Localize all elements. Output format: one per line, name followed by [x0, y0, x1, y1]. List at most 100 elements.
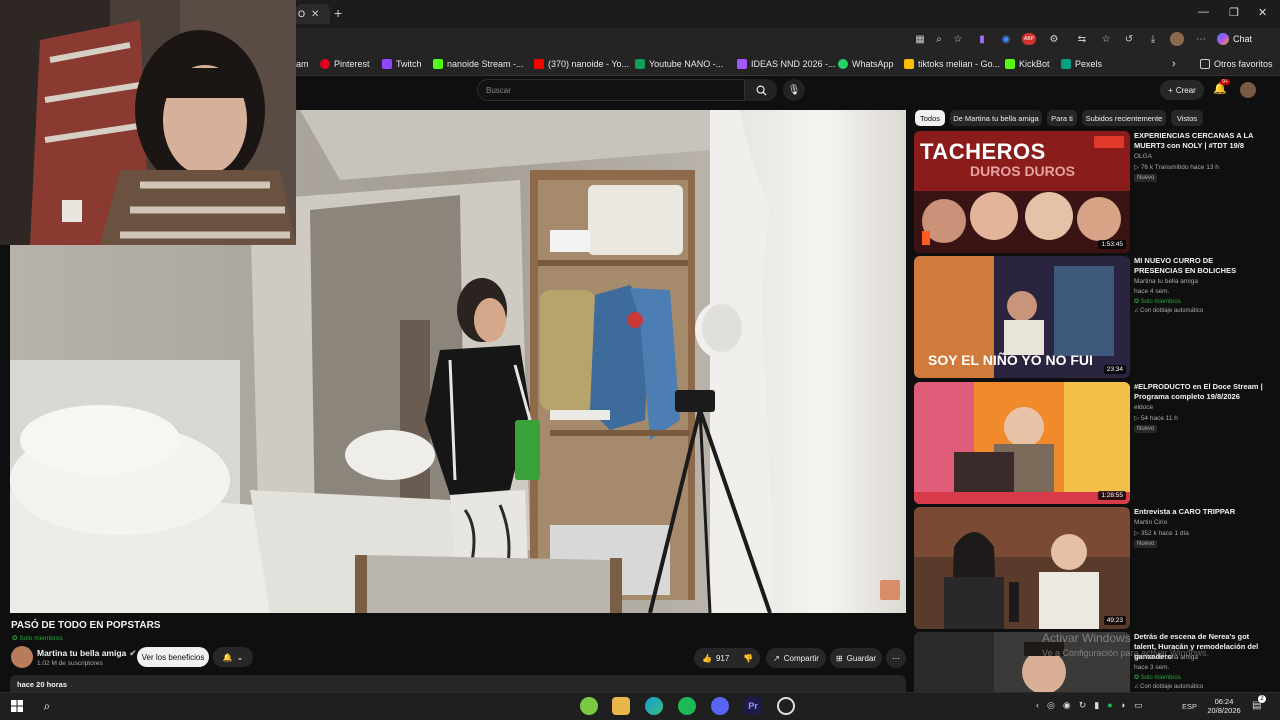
video-thumbnail[interactable]: 1:28:55: [914, 382, 1130, 504]
notification-bell-button[interactable]: 🔔 ⌄: [213, 647, 253, 667]
grid-icon[interactable]: ▦: [914, 33, 926, 45]
kick-icon: [433, 59, 443, 69]
recommended-video[interactable]: 49:23 Entrevista a CARO TRIPPAR Martin C…: [914, 507, 1274, 629]
notification-center-icon[interactable]: ▤ 2: [1252, 695, 1266, 711]
thumbnail-title: SOY EL NIÑO YO NO FUI: [928, 352, 1093, 368]
duration-badge: 1:28:55: [1098, 491, 1126, 500]
recommended-video[interactable]: TACHEROS DUROS DUROS 1:53:45 EXPERIENCIA…: [914, 131, 1274, 253]
bookmark-item[interactable]: am: [296, 56, 309, 72]
channel-name[interactable]: Martina tu bella amiga ✔: [37, 648, 136, 659]
close-window-icon[interactable]: ✕: [1258, 6, 1267, 19]
more-menu-icon[interactable]: ⋯: [1195, 33, 1207, 45]
zoom-icon[interactable]: ⌕: [933, 33, 945, 45]
system-tray[interactable]: ‹ ◎ ◉ ↻ ▮ ● ◗ ▭: [1036, 700, 1143, 711]
twitch-icon: [382, 59, 392, 69]
channel-name[interactable]: Martina tu bella amiga: [1134, 278, 1198, 285]
voice-search-button[interactable]: 🎙: [783, 79, 805, 101]
save-icon: ⊞: [835, 653, 843, 663]
other-favorites[interactable]: Otros favoritos: [1200, 56, 1273, 72]
abp-icon[interactable]: ABP: [1022, 33, 1036, 45]
video-thumbnail[interactable]: TACHEROS DUROS DUROS 1:53:45: [914, 131, 1130, 253]
bookmark-item[interactable]: IDEAS NND 2026 -...: [737, 56, 836, 72]
clock[interactable]: 06:24 20/8/2026: [1206, 697, 1242, 715]
share-button[interactable]: ↗ Compartir: [766, 648, 826, 668]
bookmark-item[interactable]: tiktoks melian - Go...: [904, 56, 1000, 72]
channel-name[interactable]: OLGA: [1134, 153, 1152, 160]
chevron-right-icon[interactable]: ›: [1172, 56, 1176, 72]
bookmark-item[interactable]: (370) nanoide - Yo...: [534, 56, 629, 72]
video-title[interactable]: #ELPRODUCTO en El Doce Stream | Programa…: [1134, 382, 1264, 402]
spotify-icon[interactable]: [678, 697, 696, 715]
bookmark-item[interactable]: Pinterest: [320, 56, 370, 72]
file-explorer-icon[interactable]: [612, 697, 630, 715]
video-thumbnail[interactable]: SOY EL NIÑO YO NO FUI 23:34: [914, 256, 1130, 378]
minimize-icon[interactable]: —: [1198, 6, 1209, 18]
favorite-star-icon[interactable]: ☆: [952, 33, 964, 45]
description-box[interactable]: hace 20 horas: [10, 675, 906, 692]
verified-icon: ✔: [129, 648, 137, 658]
channel-name[interactable]: eldoce: [1134, 404, 1153, 411]
close-tab-icon[interactable]: ✕: [311, 9, 319, 20]
video-title[interactable]: Entrevista a CARO TRIPPAR: [1134, 507, 1264, 517]
downloads-icon[interactable]: ⤓: [1147, 33, 1159, 45]
chip-all[interactable]: Todos: [915, 110, 945, 126]
chip-recent[interactable]: Subidos recientemente: [1082, 110, 1166, 126]
bookmark-item[interactable]: KickBot: [1005, 56, 1050, 72]
bookmark-item[interactable]: Twitch: [382, 56, 422, 72]
view-count: ▷ 76 k Transmitido hace 13 h: [1134, 164, 1219, 171]
duration-badge: 49:23: [1103, 616, 1126, 625]
chip-for-you[interactable]: Para ti: [1047, 110, 1077, 126]
create-button[interactable]: + Crear: [1160, 80, 1204, 100]
extensions-icon[interactable]: ⚙: [1048, 33, 1060, 45]
taskbar-app-icon[interactable]: [580, 697, 598, 715]
new-tab-icon[interactable]: +: [334, 5, 342, 21]
thumbs-down-icon: 👎: [743, 653, 753, 663]
new-badge: Nuevo: [1134, 425, 1158, 433]
history-icon[interactable]: ↺: [1123, 33, 1135, 45]
video-title[interactable]: EXPERIENCIAS CERCANAS A LA MUERT3 con NO…: [1134, 131, 1264, 151]
maximize-icon[interactable]: ❐: [1229, 6, 1239, 19]
chip-from-channel[interactable]: De Martina tu bella amiga: [950, 110, 1042, 126]
extension-wave-icon[interactable]: ▮: [976, 33, 988, 45]
channel-name[interactable]: Martin Cirio: [1134, 519, 1167, 526]
copilot-chat-button[interactable]: Chat: [1217, 31, 1252, 47]
clock-time: 06:24: [1214, 697, 1234, 706]
split-screen-icon[interactable]: ⇆: [1076, 33, 1088, 45]
duration-badge: 23:34: [1103, 365, 1126, 374]
dislike-button[interactable]: 👎: [736, 648, 760, 668]
discord-icon[interactable]: [711, 697, 729, 715]
account-avatar[interactable]: [1240, 82, 1256, 98]
favorites-icon[interactable]: ☆: [1100, 33, 1112, 45]
windows-start-icon[interactable]: [8, 697, 26, 715]
video-thumbnail[interactable]: 49:23: [914, 507, 1130, 629]
upload-date: hace 3 sem.: [1134, 664, 1170, 671]
more-actions-button[interactable]: ⋯: [886, 648, 906, 668]
edge-browser-icon[interactable]: [645, 697, 663, 715]
language-indicator[interactable]: ESP: [1182, 702, 1197, 711]
active-tab[interactable]: O ✕: [296, 4, 330, 24]
video-title[interactable]: MI NUEVO CURRO DE PRESENCIAS EN BOLICHES: [1134, 256, 1264, 276]
benefits-button[interactable]: Ver los beneficios: [137, 647, 209, 667]
windows-activation-watermark: Activar Windows: [1042, 631, 1131, 645]
profile-avatar-icon[interactable]: [1170, 32, 1184, 46]
extension-wifi-icon[interactable]: ◉: [1000, 33, 1012, 45]
plus-icon: +: [1168, 85, 1173, 95]
kickbot-icon: [1005, 59, 1015, 69]
premiere-pro-icon[interactable]: Pr: [744, 697, 762, 715]
notifications-button[interactable]: 🔔 9+: [1213, 79, 1231, 95]
channel-avatar[interactable]: [11, 646, 33, 668]
recommended-video[interactable]: 1:28:55 #ELPRODUCTO en El Doce Stream | …: [914, 382, 1274, 504]
taskbar-search-icon[interactable]: ⌕: [38, 697, 56, 715]
search-input[interactable]: Buscar: [477, 79, 777, 101]
obs-icon[interactable]: [777, 697, 795, 715]
chip-watched[interactable]: Vistos: [1171, 110, 1203, 126]
bookmark-item[interactable]: Pexels: [1061, 56, 1102, 72]
bookmark-item[interactable]: nanoide Stream -...: [433, 56, 524, 72]
search-button[interactable]: [744, 79, 777, 101]
dubbing-badge: ♫ Con doblaje automático: [1134, 308, 1204, 314]
play-icon: ▷: [1134, 164, 1141, 171]
recommended-video[interactable]: SOY EL NIÑO YO NO FUI 23:34 MI NUEVO CUR…: [914, 256, 1274, 378]
bookmark-item[interactable]: WhatsApp: [838, 56, 894, 72]
bookmark-item[interactable]: Youtube NANO -...: [635, 56, 723, 72]
save-button[interactable]: ⊞ Guardar: [830, 648, 882, 668]
